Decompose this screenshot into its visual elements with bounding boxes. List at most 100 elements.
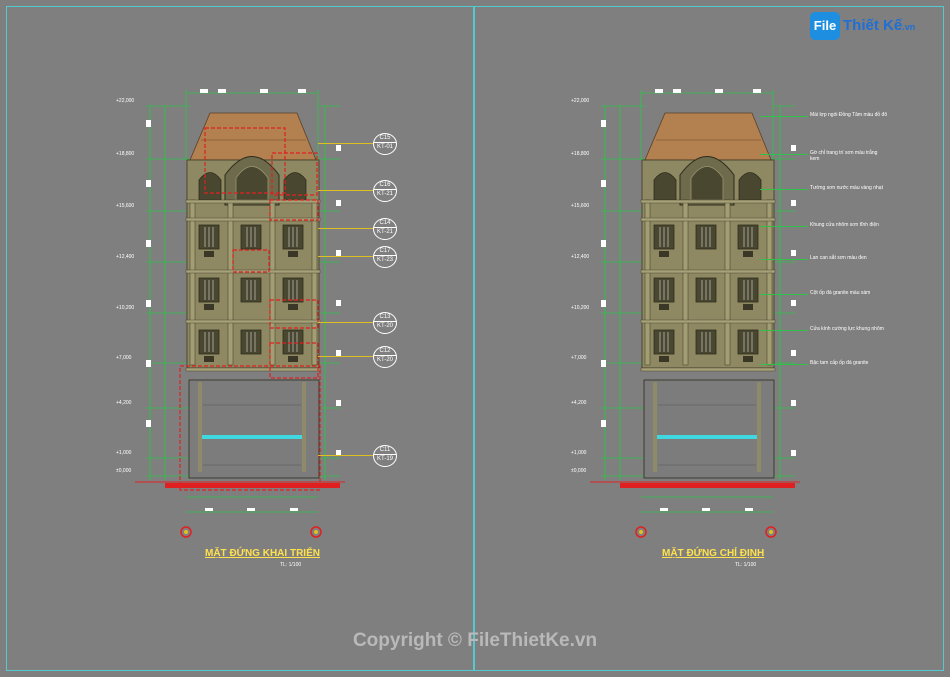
- dim-text-mark: [336, 200, 341, 206]
- material-note: Mái lợp ngói Đồng Tâm màu đỏ đô: [810, 112, 888, 118]
- tag-sub: KT-20: [376, 357, 393, 363]
- cornice: [640, 217, 776, 222]
- tag-sub: KT-21: [376, 229, 393, 235]
- ground-column: [198, 382, 202, 472]
- panel: [204, 356, 214, 362]
- tag-leader: [318, 190, 373, 191]
- dim-text-mark: [146, 300, 151, 307]
- tag-leader: [318, 322, 373, 323]
- level-label: +10,200: [116, 305, 135, 311]
- tag-code: C14: [374, 219, 396, 228]
- dim-text-mark: [247, 508, 255, 511]
- tag-sub: KT-20: [376, 323, 393, 329]
- pilaster: [766, 199, 773, 366]
- level-label: +22,000: [116, 98, 135, 104]
- dim-text-mark: [200, 89, 208, 93]
- note-leader: [760, 226, 808, 227]
- roof: [644, 112, 772, 161]
- dim-text-mark: [655, 89, 663, 93]
- level-label: +22,000: [571, 98, 590, 104]
- grid-bubble-dot: [314, 530, 318, 534]
- canopy-glass: [657, 435, 757, 439]
- side-arch: [283, 172, 307, 201]
- ground-base: [165, 483, 340, 488]
- dim-text-mark: [791, 350, 796, 356]
- right-sheet-title: MẶT ĐỨNG CHỈ ĐỊNH: [662, 548, 765, 559]
- dim-text-mark: [218, 89, 226, 93]
- filethietke-logo: File Thiết Kế.vn: [810, 12, 922, 40]
- level-label: +1,000: [116, 450, 132, 456]
- tag-sub: KT-01: [376, 144, 393, 150]
- section-tag[interactable]: C11 KT-19: [373, 445, 397, 467]
- tag-leader: [318, 228, 373, 229]
- grid-bubble-dot: [639, 530, 643, 534]
- tag-code: C11: [374, 446, 396, 455]
- dim-text-mark: [601, 420, 606, 427]
- level-label: +7,000: [571, 355, 587, 361]
- material-note: Khung cửa nhôm sơn tĩnh điện: [810, 222, 879, 228]
- dim-text-mark: [660, 508, 668, 511]
- side-arch: [653, 172, 677, 201]
- ground-base: [620, 483, 795, 488]
- section-tag[interactable]: C16 KT-21: [373, 180, 397, 202]
- cornice: [185, 367, 321, 372]
- dim-text-mark: [601, 240, 606, 247]
- level-label: ±0,000: [571, 468, 587, 474]
- dim-text-mark: [146, 180, 151, 187]
- pilaster: [682, 199, 689, 366]
- ground-floor: [643, 379, 775, 479]
- ground-column: [757, 382, 761, 472]
- section-tag[interactable]: C14 KT-21: [373, 218, 397, 240]
- panel: [743, 356, 753, 362]
- level-label: +18,800: [571, 151, 590, 157]
- level-label: +18,800: [116, 151, 135, 157]
- right-elevation: [590, 89, 800, 538]
- panel: [659, 304, 669, 310]
- level-label: +10,200: [571, 305, 590, 311]
- dim-text-mark: [753, 89, 761, 93]
- dim-text-mark: [336, 145, 341, 151]
- tag-code: C17: [374, 247, 396, 256]
- cornice: [185, 319, 321, 324]
- ground-column: [302, 382, 306, 472]
- section-tag[interactable]: C13 KT-20: [373, 312, 397, 334]
- right-sheet-scale: TL: 1/100: [735, 562, 757, 568]
- dim-text-mark: [791, 200, 796, 206]
- dim-text-mark: [205, 508, 213, 511]
- dim-text-mark: [791, 250, 796, 256]
- grid-bubble-dot: [769, 530, 773, 534]
- left-elevation: [135, 89, 345, 538]
- material-note: Cửa kính cường lực khung nhôm: [810, 326, 884, 332]
- cornice: [640, 319, 776, 324]
- tag-sub: KT-19: [376, 456, 393, 462]
- section-tag[interactable]: C12 KT-20: [373, 346, 397, 368]
- dim-text-mark: [298, 89, 306, 93]
- level-label: +4,200: [571, 400, 587, 406]
- panel: [743, 304, 753, 310]
- tag-leader: [318, 356, 373, 357]
- note-leader: [760, 259, 808, 260]
- dim-text-mark: [290, 508, 298, 511]
- note-leader: [760, 116, 808, 117]
- panel: [288, 304, 298, 310]
- dim-text-mark: [601, 120, 606, 127]
- pilaster: [644, 199, 651, 366]
- dim-text-mark: [702, 508, 710, 511]
- drawing-canvas: [135, 89, 800, 538]
- copyright-watermark: Copyright © FileThietKe.vn: [352, 630, 598, 651]
- note-leader: [760, 189, 808, 190]
- cornice: [640, 269, 776, 274]
- cornice: [640, 199, 776, 204]
- material-note: Lan can sắt sơn màu đen: [810, 255, 867, 261]
- dim-text-mark: [791, 145, 796, 151]
- material-note: Gờ chỉ trang trí sơn màu trắng kem: [810, 150, 878, 162]
- ground-column: [653, 382, 657, 472]
- tag-code: C16: [374, 181, 396, 190]
- section-tag[interactable]: C15 KT-01: [373, 133, 397, 155]
- section-tag[interactable]: C17 KT-23: [373, 246, 397, 268]
- dim-text-mark: [336, 400, 341, 406]
- tag-leader: [318, 455, 373, 456]
- tag-leader: [318, 256, 373, 257]
- tag-sub: KT-21: [376, 191, 393, 197]
- tag-sub: KT-23: [376, 257, 393, 263]
